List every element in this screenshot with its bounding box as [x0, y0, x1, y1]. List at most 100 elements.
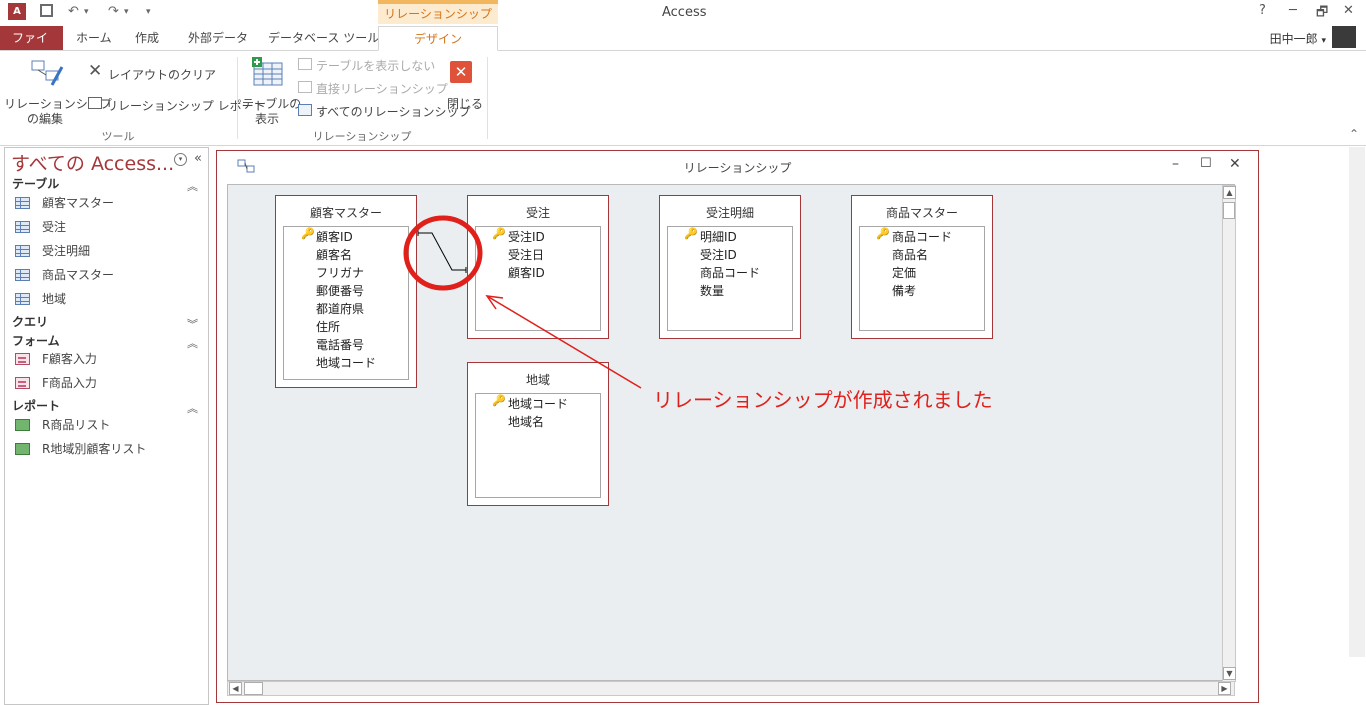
scroll-left-icon[interactable]: ◀ — [229, 682, 242, 695]
restore-button[interactable]: 🗗 — [1316, 3, 1328, 25]
customize-qat-icon[interactable]: ▾ — [146, 3, 151, 21]
nav-section-tables[interactable]: テーブル — [12, 175, 59, 192]
close-button[interactable]: ✕ — [1343, 3, 1354, 18]
table-box[interactable]: 商品マスター 🔑 商品コード 商品名 定価 備考 — [851, 195, 993, 339]
field-item[interactable]: 定価 — [892, 264, 916, 281]
table-box[interactable]: 受注 🔑 受注ID 受注日 顧客ID — [467, 195, 609, 339]
nav-section-forms[interactable]: フォーム — [12, 332, 60, 349]
primary-key-icon: 🔑 — [492, 227, 506, 240]
field-item[interactable]: 商品コード — [700, 264, 760, 281]
group-separator — [237, 57, 238, 139]
tab-home[interactable]: ホーム — [68, 26, 120, 50]
field-item[interactable]: 地域名 — [508, 413, 544, 430]
direct-relationships-icon — [298, 81, 312, 93]
chevron-up-icon[interactable]: ︽ — [187, 335, 198, 351]
nav-title[interactable]: すべての Access... — [11, 149, 174, 176]
show-table-button[interactable]: テーブルの 表示 — [242, 55, 301, 126]
nav-section-reports[interactable]: レポート — [12, 397, 60, 414]
undo-dropdown-icon[interactable]: ▾ — [84, 3, 89, 21]
nav-item[interactable]: R商品リスト — [15, 415, 110, 435]
table-box[interactable]: 顧客マスター 🔑 顧客ID 顧客名 フリガナ 郵便番号 都道府県 住所 電話番号… — [275, 195, 417, 388]
field-item[interactable]: 商品名 — [892, 246, 928, 263]
window-maximize-button[interactable]: ☐ — [1200, 156, 1212, 171]
field-list[interactable]: 🔑 地域コード 地域名 — [475, 393, 601, 498]
nav-item-label: R商品リスト — [42, 418, 111, 432]
tab-file[interactable]: ファイル — [0, 26, 63, 69]
undo-button[interactable]: ↶ — [68, 3, 79, 21]
hide-table-icon — [298, 58, 312, 70]
field-item[interactable]: 受注ID — [508, 228, 545, 245]
user-name-text: 田中一郎 — [1269, 32, 1318, 46]
nav-item[interactable]: F商品入力 — [15, 373, 97, 393]
nav-item[interactable]: 地域 — [15, 289, 66, 309]
chevron-up-icon[interactable]: ︽ — [187, 400, 198, 416]
avatar[interactable] — [1332, 26, 1356, 48]
field-item[interactable]: 地域コード — [316, 354, 376, 371]
tab-design[interactable]: デザイン — [378, 26, 498, 51]
nav-item[interactable]: 顧客マスター — [15, 193, 114, 213]
nav-menu-icon[interactable]: ▾ — [174, 153, 187, 166]
nav-item[interactable]: 受注明細 — [15, 241, 90, 261]
collapse-ribbon-icon[interactable]: ⌃ — [1349, 127, 1359, 141]
table-box[interactable]: 受注明細 🔑 明細ID 受注ID 商品コード 数量 — [659, 195, 801, 339]
primary-key-icon: 🔑 — [876, 227, 890, 240]
field-item[interactable]: 地域コード — [508, 395, 568, 412]
chevron-up-icon[interactable]: ︽ — [187, 178, 198, 194]
edit-relationships-button[interactable]: リレーションシップ の編集 — [4, 55, 112, 126]
hide-table-label: テーブルを表示しない — [316, 59, 436, 73]
redo-button[interactable]: ↷ — [108, 3, 119, 21]
scroll-thumb[interactable] — [244, 682, 263, 695]
scroll-thumb[interactable] — [1223, 202, 1235, 219]
window-minimize-button[interactable]: – — [1172, 156, 1179, 172]
nav-item[interactable]: 受注 — [15, 217, 66, 237]
field-item[interactable]: 備考 — [892, 282, 916, 299]
field-item[interactable]: 数量 — [700, 282, 724, 299]
nav-item[interactable]: R地域別顧客リスト — [15, 439, 146, 459]
scroll-up-icon[interactable]: ▲ — [1223, 186, 1236, 199]
relationships-canvas[interactable]: 顧客マスター 🔑 顧客ID 顧客名 フリガナ 郵便番号 都道府県 住所 電話番号… — [227, 184, 1236, 682]
minimize-button[interactable]: ─ — [1289, 3, 1297, 18]
field-item[interactable]: 顧客ID — [316, 228, 353, 245]
scroll-right-icon[interactable]: ▶ — [1218, 682, 1231, 695]
nav-item[interactable]: F顧客入力 — [15, 349, 97, 369]
nav-collapse-icon[interactable]: « — [194, 151, 202, 166]
field-list[interactable]: 🔑 受注ID 受注日 顧客ID — [475, 226, 601, 331]
field-list[interactable]: 🔑 顧客ID 顧客名 フリガナ 郵便番号 都道府県 住所 電話番号 地域コード — [283, 226, 409, 380]
field-item[interactable]: 明細ID — [700, 228, 737, 245]
field-item[interactable]: フリガナ — [316, 264, 364, 281]
field-list[interactable]: 🔑 商品コード 商品名 定価 備考 — [859, 226, 985, 331]
user-name[interactable]: 田中一郎 ▾ — [1270, 30, 1326, 47]
tab-create[interactable]: 作成 — [127, 26, 167, 50]
table-icon — [15, 293, 30, 305]
tab-database-tools[interactable]: データベース ツール — [260, 26, 387, 50]
tab-external-data[interactable]: 外部データ — [180, 26, 256, 50]
field-item[interactable]: 都道府県 — [316, 300, 364, 317]
field-list[interactable]: 🔑 明細ID 受注ID 商品コード 数量 — [667, 226, 793, 331]
scroll-down-icon[interactable]: ▼ — [1223, 667, 1236, 680]
field-item[interactable]: 住所 — [316, 318, 340, 335]
access-logo-icon[interactable]: A — [8, 3, 26, 20]
vertical-scrollbar[interactable] — [1349, 147, 1365, 657]
close-relationships-button[interactable]: ✕ 閉じる — [442, 55, 483, 115]
nav-section-queries[interactable]: クエリ — [12, 313, 48, 330]
field-item[interactable]: 受注日 — [508, 246, 544, 263]
form-icon — [15, 353, 30, 365]
save-icon[interactable] — [40, 4, 53, 17]
field-item[interactable]: 受注ID — [700, 246, 737, 263]
window-close-button[interactable]: ✕ — [1229, 156, 1241, 172]
canvas-vertical-scrollbar[interactable]: ▲ ▼ — [1222, 185, 1236, 682]
chevron-down-icon[interactable]: ︾ — [187, 316, 198, 332]
field-item[interactable]: 商品コード — [892, 228, 952, 245]
canvas-horizontal-scrollbar[interactable]: ◀ ▶ — [227, 681, 1235, 696]
all-relationships-icon — [298, 104, 312, 116]
redo-dropdown-icon[interactable]: ▾ — [124, 3, 129, 21]
help-button[interactable]: ? — [1259, 3, 1266, 18]
field-item[interactable]: 郵便番号 — [316, 282, 364, 299]
annotation-text: リレーションシップが作成されました — [653, 388, 993, 412]
user-dropdown-icon[interactable]: ▾ — [1321, 36, 1326, 46]
table-box[interactable]: 地域 🔑 地域コード 地域名 — [467, 362, 609, 506]
field-item[interactable]: 顧客名 — [316, 246, 352, 263]
field-item[interactable]: 顧客ID — [508, 264, 545, 281]
nav-item[interactable]: 商品マスター — [15, 265, 114, 285]
field-item[interactable]: 電話番号 — [316, 336, 364, 353]
